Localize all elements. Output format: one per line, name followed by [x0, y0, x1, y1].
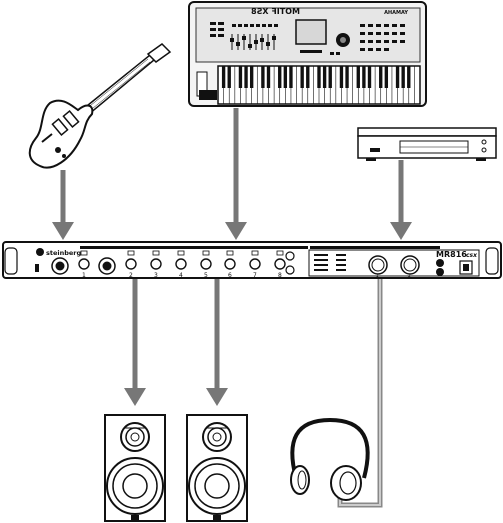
speaker-left-icon: [104, 414, 166, 522]
audio-interface-icon: steinberg 1 2 MR816 csx 1 2 3 4 5 6 7 8: [2, 241, 502, 279]
black-key: [384, 66, 389, 88]
cd-player-icon: [357, 127, 497, 161]
black-key: [356, 66, 360, 88]
black-key: [362, 66, 366, 88]
black-key: [317, 66, 321, 88]
monitor-button: [285, 251, 295, 261]
channel-gain-knob: [175, 258, 187, 270]
channel-button: [251, 250, 259, 256]
black-key: [221, 66, 226, 88]
black-key: [283, 66, 288, 88]
channel-button: [152, 250, 160, 256]
connection-diagram: MOTIF XS8 YAMAHA steinberg 1 2 MR816 csx…: [2, 1, 502, 522]
black-key: [401, 66, 405, 88]
arrow-cd-player-to-interface: [390, 160, 412, 240]
channel-button: [177, 250, 185, 256]
channel-number-label: 7: [253, 272, 257, 279]
channel-button: [127, 250, 135, 256]
channel-gain-knob: [200, 258, 212, 270]
channel-number-label: 1: [82, 272, 86, 279]
black-key: [379, 66, 383, 88]
black-key: [278, 66, 282, 88]
black-key: [289, 66, 293, 88]
channel-gain-knob: [224, 258, 236, 270]
arrow-interface-to-speaker-right: [206, 278, 228, 406]
channel-gain-knob: [125, 258, 137, 270]
channel-gain-knob: [78, 258, 90, 270]
black-key: [249, 66, 254, 88]
black-key: [322, 66, 327, 88]
channel-button: [276, 250, 284, 256]
speaker-right-icon: [186, 414, 248, 522]
black-key: [345, 66, 349, 88]
electric-guitar-icon: [28, 43, 172, 169]
black-key: [395, 66, 400, 88]
channel-button: [80, 250, 88, 256]
arrow-guitar-to-interface: [52, 170, 74, 240]
channel-number-label: 6: [228, 272, 232, 279]
keyboard-model-label: MOTIF XS8: [251, 7, 300, 16]
channel-gain-knob: [274, 258, 286, 270]
channel-number-label: 2: [129, 272, 133, 279]
channel-button: [202, 250, 210, 256]
arrow-keyboard-to-interface: [225, 108, 247, 240]
black-key: [244, 66, 248, 88]
keyboard-brand-label: YAMAHA: [384, 10, 409, 16]
monitor-button: [285, 265, 295, 275]
arrow-interface-to-speaker-left: [124, 278, 146, 406]
channel-gain-knob: [150, 258, 162, 270]
black-key: [300, 66, 304, 88]
channel-button: [226, 250, 234, 256]
black-key: [306, 66, 310, 88]
black-key: [328, 66, 332, 88]
channel-gain-knob: [249, 258, 261, 270]
black-key: [227, 66, 231, 88]
black-key: [339, 66, 344, 88]
interface-brand-label: steinberg: [46, 249, 82, 257]
interface-model-suffix: csx: [466, 252, 478, 259]
interface-model-label: MR816: [436, 250, 467, 259]
black-key: [238, 66, 243, 88]
channel-number-label: 5: [204, 272, 208, 279]
black-key: [261, 66, 265, 88]
synthesizer-keyboard-icon: MOTIF XS8 YAMAHA: [188, 1, 427, 107]
black-key: [266, 66, 271, 88]
black-key: [367, 66, 372, 88]
channel-number-label: 8: [278, 272, 282, 279]
headphones-icon: [290, 417, 370, 501]
channel-number-label: 3: [154, 272, 158, 279]
black-key: [407, 66, 411, 88]
channel-number-label: 4: [179, 272, 183, 279]
